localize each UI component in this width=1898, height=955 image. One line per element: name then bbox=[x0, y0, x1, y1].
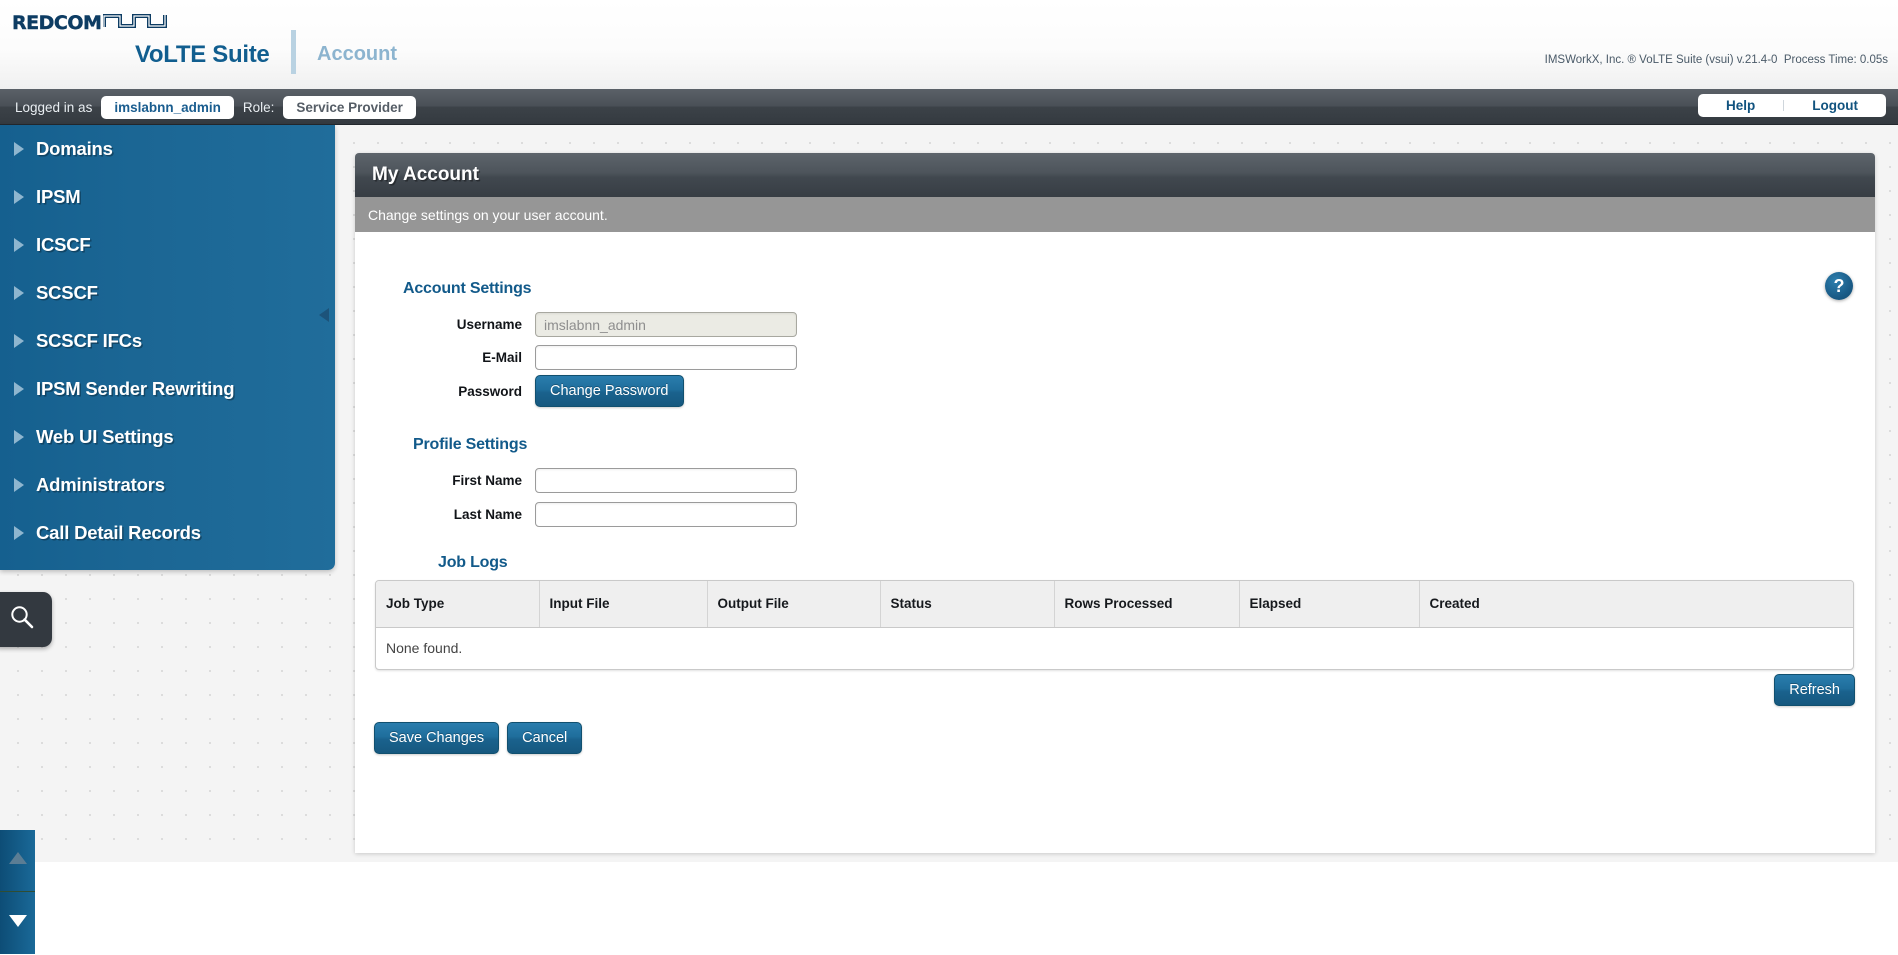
contextual-help-icon[interactable]: ? bbox=[1825, 272, 1853, 300]
refresh-button-wrapper: Refresh bbox=[1774, 674, 1855, 706]
sidebar-item-label: IPSM bbox=[36, 186, 81, 207]
panel-header: My Account bbox=[355, 153, 1875, 197]
redcom-logo[interactable]: REDCOM bbox=[12, 12, 172, 34]
column-header-job-type[interactable]: Job Type bbox=[376, 581, 540, 628]
email-field-row: E-Mail bbox=[375, 345, 797, 370]
sidebar-item-label: Domains bbox=[36, 138, 113, 159]
scroll-down-button[interactable] bbox=[0, 892, 35, 954]
current-username-badge: imslabnn_admin bbox=[101, 95, 234, 119]
panel-title: My Account bbox=[372, 164, 479, 185]
email-label: E-Mail bbox=[482, 350, 522, 365]
username-field-row: Username bbox=[375, 312, 797, 337]
sidebar-item-administrators[interactable]: Administrators bbox=[0, 461, 335, 509]
chevron-right-icon bbox=[10, 476, 28, 494]
column-header-rows-processed[interactable]: Rows Processed bbox=[1054, 581, 1240, 628]
page-title: Account bbox=[317, 43, 397, 65]
first-name-label: First Name bbox=[452, 473, 522, 488]
sidebar-item-call-detail-records[interactable]: Call Detail Records bbox=[0, 509, 335, 557]
save-changes-button[interactable]: Save Changes bbox=[374, 722, 500, 754]
sidebar-collapse-toggle[interactable] bbox=[317, 307, 331, 323]
form-action-buttons: Save Changes Cancel bbox=[374, 722, 583, 754]
cancel-button[interactable]: Cancel bbox=[507, 722, 583, 754]
job-logs-table: Job Type Input File Output File Status R… bbox=[376, 581, 1853, 669]
chevron-right-icon bbox=[10, 380, 28, 398]
sidebar-item-scscf-ifcs[interactable]: SCSCF IFCs bbox=[0, 317, 335, 365]
job-logs-heading: Job Logs bbox=[438, 554, 508, 571]
column-header-elapsed[interactable]: Elapsed bbox=[1239, 581, 1420, 628]
first-name-field-row: First Name bbox=[375, 468, 797, 493]
sidebar-item-label: Call Detail Records bbox=[36, 522, 201, 543]
logo-wordmark: REDCOM bbox=[12, 12, 102, 34]
chevron-right-icon bbox=[10, 236, 28, 254]
table-empty-row: None found. bbox=[376, 627, 1853, 669]
last-name-field-row: Last Name bbox=[375, 502, 797, 527]
account-actions-group: Help Logout bbox=[1698, 94, 1886, 117]
password-label: Password bbox=[458, 383, 522, 399]
scroll-up-button[interactable] bbox=[0, 830, 35, 892]
waveform-logo-icon bbox=[102, 11, 168, 36]
sidebar-item-ipsm-sender-rewriting[interactable]: IPSM Sender Rewriting bbox=[0, 365, 335, 413]
page-body: Domains IPSM ICSCF SCSCF SCSCF IFCs IPSM… bbox=[0, 125, 1898, 954]
sidebar-navigation: Domains IPSM ICSCF SCSCF SCSCF IFCs IPSM… bbox=[0, 125, 335, 570]
sidebar-item-ipsm[interactable]: IPSM bbox=[0, 173, 335, 221]
column-header-created[interactable]: Created bbox=[1419, 581, 1853, 628]
current-role-badge: Service Provider bbox=[283, 95, 416, 119]
column-header-output-file[interactable]: Output File bbox=[707, 581, 881, 628]
sidebar-item-label: Administrators bbox=[36, 474, 165, 495]
top-brand-bar: REDCOM VoLTE Suite Account IMSWorkX, Inc… bbox=[0, 0, 1898, 89]
change-password-button[interactable]: Change Password bbox=[535, 375, 684, 407]
search-button[interactable] bbox=[0, 592, 52, 647]
sidebar-item-label: Web UI Settings bbox=[36, 426, 174, 447]
profile-settings-heading: Profile Settings bbox=[413, 436, 528, 453]
sidebar-item-icscf[interactable]: ICSCF bbox=[0, 221, 335, 269]
logout-button[interactable]: Logout bbox=[1784, 94, 1886, 117]
panel-subtitle: Change settings on your user account. bbox=[368, 206, 608, 223]
empty-state-text: None found. bbox=[386, 640, 463, 657]
job-logs-table-body: None found. bbox=[376, 627, 1853, 669]
job-logs-table-wrapper: Job Type Input File Output File Status R… bbox=[375, 580, 1854, 670]
help-button[interactable]: Help bbox=[1698, 94, 1783, 117]
last-name-label: Last Name bbox=[453, 507, 522, 522]
chevron-right-icon bbox=[10, 524, 28, 542]
email-input[interactable] bbox=[535, 345, 797, 370]
brand-separator bbox=[291, 30, 296, 74]
sidebar-item-label: SCSCF bbox=[36, 282, 98, 303]
sidebar-item-domains[interactable]: Domains bbox=[0, 125, 335, 173]
brand-title: VoLTE Suite bbox=[135, 41, 270, 68]
sidebar-item-label: ICSCF bbox=[36, 234, 91, 255]
username-label: Username bbox=[456, 317, 522, 332]
my-account-panel: My Account Change settings on your user … bbox=[355, 153, 1875, 853]
sidebar-item-label: SCSCF IFCs bbox=[36, 330, 142, 351]
chevron-right-icon bbox=[10, 428, 28, 446]
search-icon bbox=[9, 604, 35, 635]
chevron-right-icon bbox=[10, 140, 28, 158]
first-name-input[interactable] bbox=[535, 468, 797, 493]
job-logs-table-head: Job Type Input File Output File Status R… bbox=[376, 581, 1853, 628]
login-status-bar: Logged in as imslabnn_admin Role: Servic… bbox=[0, 89, 1898, 125]
role-label: Role: bbox=[242, 99, 275, 115]
sidebar-item-scscf[interactable]: SCSCF bbox=[0, 269, 335, 317]
column-header-status[interactable]: Status bbox=[880, 581, 1055, 628]
sidebar-item-label: IPSM Sender Rewriting bbox=[36, 378, 235, 399]
sidebar-item-web-ui-settings[interactable]: Web UI Settings bbox=[0, 413, 335, 461]
login-info-group: Logged in as imslabnn_admin Role: Servic… bbox=[15, 89, 416, 125]
chevron-right-icon bbox=[10, 332, 28, 350]
version-info: IMSWorkX, Inc. ® VoLTE Suite (vsui) v.21… bbox=[1544, 54, 1888, 66]
username-input bbox=[535, 312, 797, 337]
password-field-row: Password Change Password bbox=[375, 375, 684, 407]
triangle-down-icon bbox=[8, 913, 28, 934]
logged-in-label: Logged in as bbox=[15, 99, 93, 115]
refresh-button[interactable]: Refresh bbox=[1774, 674, 1855, 706]
account-settings-heading: Account Settings bbox=[403, 280, 532, 297]
panel-subtitle-bar: Change settings on your user account. bbox=[355, 197, 1875, 232]
scroll-controls bbox=[0, 830, 35, 955]
last-name-input[interactable] bbox=[535, 502, 797, 527]
chevron-right-icon bbox=[10, 284, 28, 302]
chevron-right-icon bbox=[10, 188, 28, 206]
triangle-up-icon bbox=[8, 850, 28, 871]
table-header-row: Job Type Input File Output File Status R… bbox=[376, 581, 1853, 628]
column-header-input-file[interactable]: Input File bbox=[539, 581, 708, 628]
